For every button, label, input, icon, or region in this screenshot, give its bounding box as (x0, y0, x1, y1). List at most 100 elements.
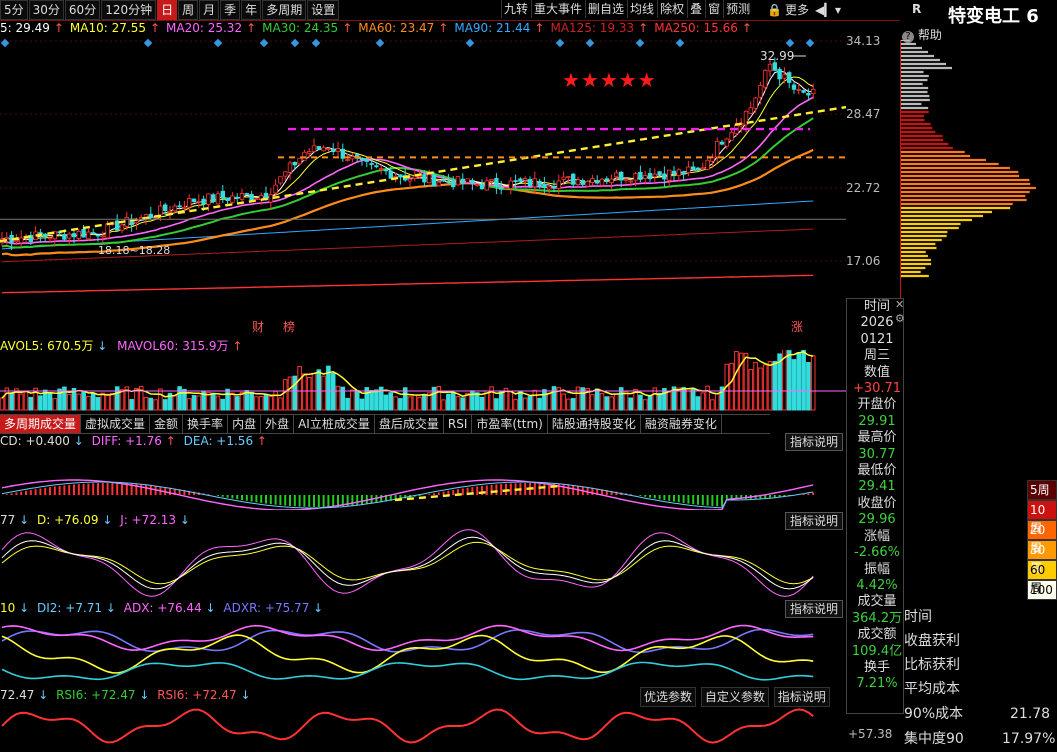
volume-chart[interactable] (0, 350, 846, 412)
indicator-tab[interactable]: 虚拟成交量 (81, 415, 151, 433)
tool-button[interactable]: 均线 (627, 0, 656, 18)
volume-bar (412, 394, 418, 411)
period-button[interactable]: 60分 (64, 0, 101, 20)
chip-period-item[interactable]: 5周 (1027, 480, 1057, 500)
candle-body (335, 148, 341, 152)
info-label: 最高价 (857, 430, 897, 446)
candle-body (513, 180, 518, 182)
volume-bar (513, 399, 518, 411)
candle-body (532, 178, 537, 188)
chip-period-item[interactable]: 60周 (1027, 560, 1057, 595)
indicator-tab[interactable]: 换手率 (183, 415, 229, 433)
volume-bar (436, 385, 442, 411)
period-button[interactable]: 季 (220, 0, 241, 20)
down-arrow-icon: ↓ (240, 688, 251, 702)
period-button[interactable]: 30分 (28, 0, 64, 20)
chip-period-item[interactable]: 30周 (1027, 540, 1057, 575)
tool-button[interactable]: 九转 (501, 0, 530, 18)
kdj-chart[interactable] (0, 528, 846, 598)
volume-bar (734, 351, 739, 411)
info-value: 29.91 (858, 413, 896, 429)
indicator-tab[interactable]: 金额 (150, 415, 184, 433)
indicator-tab[interactable]: 市盈率(ttm) (472, 415, 548, 433)
indicator-help-button[interactable]: 指标说明 (785, 433, 843, 451)
period-button[interactable]: 120分钟 (101, 0, 157, 20)
volume-bar (95, 397, 101, 411)
rsi-chart[interactable] (0, 704, 846, 752)
lock-icon[interactable]: 🔒 (765, 1, 784, 19)
signal-diamond (143, 38, 153, 48)
indicator-tab[interactable]: 内盘 (228, 415, 262, 433)
ma-label: MA20: 25.32 (166, 21, 243, 35)
period-button[interactable]: 日 (157, 0, 178, 20)
tool-button[interactable]: 删自选 (585, 0, 626, 18)
candle-body (119, 224, 125, 231)
j-line (1, 529, 814, 597)
candle-body (676, 169, 681, 176)
tool-button[interactable]: 预测 (723, 0, 752, 18)
chip-period-item[interactable]: 20周 (1027, 520, 1057, 555)
tool-button[interactable]: 窗 (705, 0, 722, 18)
candle-body (671, 170, 677, 174)
volume-bar (566, 398, 571, 411)
volume-bar (594, 388, 600, 411)
dropdown-icon[interactable]: ▾ (833, 1, 843, 19)
period-button[interactable]: 5分 (0, 0, 28, 20)
candle-body (426, 174, 432, 184)
period-button[interactable]: 设置 (307, 0, 340, 20)
volume-bar (172, 395, 178, 411)
rsi-scale: +57.38 (848, 727, 893, 741)
more-button[interactable]: 更多 (783, 1, 811, 19)
volume-bar (398, 398, 403, 411)
period-button[interactable]: 周 (178, 0, 199, 20)
period-button[interactable]: 年 (241, 0, 262, 20)
candle-body (215, 193, 221, 205)
volume-bar (330, 372, 336, 411)
tool-button[interactable]: 重大事件 (531, 0, 584, 18)
volume-bar (153, 399, 158, 411)
candle-body (225, 197, 230, 201)
down-arrow-icon: ↓ (313, 601, 324, 615)
down-arrow-icon: ↓ (73, 434, 84, 448)
tool-button[interactable]: 叠 (687, 0, 704, 18)
volume-bar (546, 392, 552, 411)
volume-bar (455, 396, 461, 411)
candle-body (811, 88, 816, 95)
down-arrow-icon: ↓ (205, 601, 216, 615)
volume-bar (297, 366, 302, 411)
candle-body (191, 198, 197, 203)
indicator-tab[interactable]: RSI (444, 415, 473, 433)
volume-bar (114, 386, 120, 411)
candle-body (134, 220, 139, 224)
tool-button[interactable]: 除权 (657, 0, 686, 18)
indicator-tab[interactable]: AI立桩成交量 (294, 415, 375, 433)
indicator-tab[interactable]: 陆股通持股变化 (548, 415, 641, 433)
period-button[interactable]: 多周期 (262, 0, 307, 20)
candle-body (316, 146, 321, 150)
volume-bar (508, 391, 514, 411)
info-value: 109.4亿 (851, 643, 903, 659)
dmi-chart[interactable] (0, 616, 846, 686)
price-tick-3: 22.72 (846, 181, 881, 195)
chip-period-item[interactable]: 100周 (1027, 580, 1057, 615)
volume-bar (76, 393, 82, 411)
indicator-tab[interactable]: 多周期成交量 (0, 415, 82, 433)
price-chart[interactable]: 32.99 18.18~18.28 财 榜 涨 (0, 36, 846, 336)
indicator-tab[interactable]: 外盘 (261, 415, 295, 433)
candle-body (234, 196, 240, 199)
macd-chart[interactable] (0, 450, 846, 510)
indicator-tab[interactable]: 融资融券变化 (641, 415, 722, 433)
chip-period-item[interactable]: 10周 (1027, 500, 1057, 535)
candle-body (398, 174, 403, 178)
signal-diamond (635, 38, 645, 48)
candle-body (614, 172, 619, 178)
dea-label: DEA: +1.56 (183, 434, 254, 448)
volume-bar (806, 361, 811, 411)
info-label: 时间 (863, 299, 890, 314)
volume-bar (191, 395, 197, 411)
period-button[interactable]: 月 (199, 0, 220, 20)
ma-legend: 5: 29.49 ↑ MA10: 27.55 ↑ MA20: 25.32 ↑ MA30: 2… (0, 20, 758, 36)
volume-bar (359, 398, 365, 411)
indicator-tab[interactable]: 盘后成交量 (375, 415, 444, 433)
info-value: 7.21% (856, 676, 898, 692)
